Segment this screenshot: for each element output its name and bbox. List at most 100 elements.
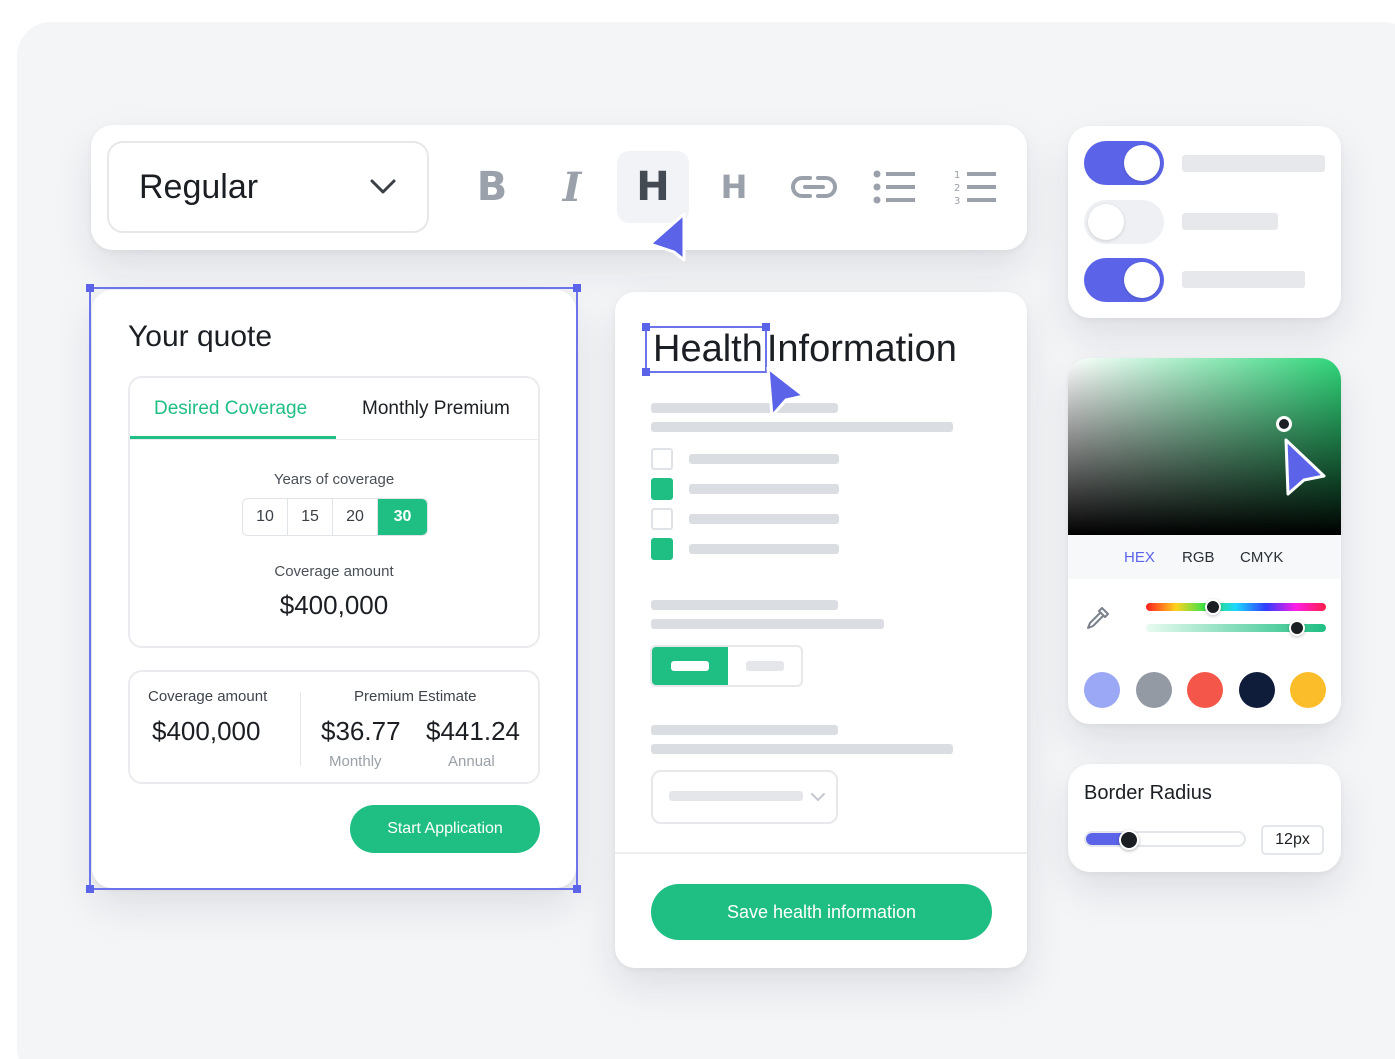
annual-label: Annual (448, 753, 495, 770)
border-radius-title: Border Radius (1084, 782, 1212, 804)
heading-2-button[interactable]: H (698, 151, 770, 223)
svg-text:1: 1 (954, 170, 960, 181)
italic-icon: I (562, 163, 582, 211)
toggle-knob (1124, 145, 1160, 181)
bullet-list-button[interactable] (859, 151, 931, 223)
placeholder-line (669, 791, 803, 801)
color-swatch[interactable] (1084, 672, 1120, 708)
toggle-knob (1088, 204, 1124, 240)
placeholder-line (689, 514, 839, 524)
placeholder-line (689, 544, 839, 554)
health-information-card: Health Information Save health informati… (615, 292, 1027, 968)
premium-estimate-label: Premium Estimate (354, 688, 477, 705)
checkbox-4[interactable] (651, 538, 673, 560)
color-mode-tabs: HEX RGB CMYK (1068, 535, 1341, 579)
chevron-down-icon (370, 179, 396, 194)
tab-divider (130, 439, 538, 440)
tab-hex[interactable]: HEX (1124, 549, 1155, 566)
placeholder-line (1182, 271, 1305, 288)
saturation-area[interactable] (1068, 358, 1341, 535)
numbered-list-icon: 1 2 3 (954, 170, 996, 205)
year-option-30[interactable]: 30 (378, 499, 427, 535)
estimate-panel: Coverage amount $400,000 Premium Estimat… (128, 670, 540, 784)
quote-title: Your quote (128, 320, 273, 353)
active-tab-indicator (130, 436, 336, 439)
svg-text:3: 3 (954, 196, 960, 205)
text-selection-frame (642, 323, 770, 376)
bold-button[interactable]: B (456, 151, 528, 223)
eyedropper-icon[interactable] (1084, 604, 1112, 632)
select-dropdown[interactable] (651, 770, 838, 824)
placeholder-line (651, 403, 838, 413)
segment-option-2[interactable] (728, 647, 801, 685)
health-title: Health Information (642, 323, 957, 376)
color-swatch[interactable] (1187, 672, 1223, 708)
resize-handle[interactable] (642, 323, 650, 331)
placeholder-line (689, 454, 839, 464)
toggle-switch-3[interactable] (1084, 258, 1164, 302)
checkbox-1[interactable] (651, 448, 673, 470)
opacity-slider-handle[interactable] (1289, 620, 1306, 636)
toggle-switch-2[interactable] (1084, 200, 1164, 244)
year-option-20[interactable]: 20 (333, 499, 378, 535)
chevron-down-icon (811, 793, 825, 802)
color-picker-card: HEX RGB CMYK (1068, 358, 1341, 724)
color-swatch[interactable] (1290, 672, 1326, 708)
checkbox-3[interactable] (651, 508, 673, 530)
placeholder-line (651, 744, 953, 754)
placeholder-line (651, 725, 838, 735)
tab-cmyk[interactable]: CMYK (1240, 549, 1283, 566)
text-formatting-toolbar: Regular B I H H 1 2 3 (91, 125, 1027, 250)
summary-coverage-label: Coverage amount (148, 688, 268, 705)
year-option-10[interactable]: 10 (243, 499, 288, 535)
color-swatch[interactable] (1135, 672, 1172, 708)
coverage-amount-value: $400,000 (279, 590, 389, 620)
toggle-switch-1[interactable] (1084, 141, 1164, 185)
selected-title-word[interactable]: Health (642, 323, 770, 376)
tab-desired-coverage[interactable]: Desired Coverage (154, 398, 307, 420)
estimate-divider (300, 692, 301, 766)
segmented-control (650, 645, 803, 687)
card-divider (615, 852, 1027, 854)
toggles-card (1068, 126, 1341, 318)
link-icon (791, 176, 837, 198)
checkbox-2[interactable] (651, 478, 673, 500)
bullet-list-icon (873, 170, 915, 204)
placeholder-line (651, 600, 838, 610)
numbered-list-button[interactable]: 1 2 3 (940, 151, 1012, 223)
tab-rgb[interactable]: RGB (1182, 549, 1215, 566)
quote-card: Your quote Desired Coverage Monthly Prem… (92, 290, 576, 888)
annual-premium-value: $441.24 (426, 716, 520, 746)
resize-handle[interactable] (642, 368, 650, 376)
coverage-panel: Desired Coverage Monthly Premium Years o… (128, 376, 540, 648)
years-label: Years of coverage (273, 471, 395, 488)
hue-slider[interactable] (1146, 603, 1326, 611)
years-selector: 10 15 20 30 (242, 498, 428, 536)
segment-option-1[interactable] (652, 647, 728, 685)
hue-slider-handle[interactable] (1204, 599, 1221, 615)
border-radius-value[interactable]: 12px (1261, 825, 1324, 855)
placeholder-line (1182, 213, 1278, 230)
italic-button[interactable]: I (536, 151, 608, 223)
heading-1-icon: H (636, 164, 670, 210)
monthly-premium-value: $36.77 (321, 716, 401, 746)
start-application-button[interactable]: Start Application (350, 805, 540, 853)
border-radius-slider-handle[interactable] (1119, 830, 1140, 850)
border-radius-slider[interactable] (1084, 831, 1246, 847)
resize-handle[interactable] (761, 323, 770, 331)
heading-2-icon: H (720, 168, 748, 206)
color-swatch[interactable] (1238, 672, 1275, 708)
save-health-information-button[interactable]: Save health information (651, 884, 992, 940)
link-button[interactable] (778, 151, 850, 223)
title-word-information: Information (766, 328, 957, 370)
tab-monthly-premium[interactable]: Monthly Premium (362, 398, 510, 420)
toggle-knob (1124, 262, 1160, 298)
svg-text:2: 2 (954, 183, 960, 194)
color-point-handle[interactable] (1276, 416, 1292, 432)
heading-1-button[interactable]: H (617, 151, 689, 223)
year-option-15[interactable]: 15 (288, 499, 333, 535)
font-style-dropdown[interactable]: Regular (107, 141, 429, 233)
border-radius-card: Border Radius 12px (1068, 764, 1341, 872)
placeholder-line (1182, 155, 1325, 172)
monthly-label: Monthly (329, 753, 382, 770)
